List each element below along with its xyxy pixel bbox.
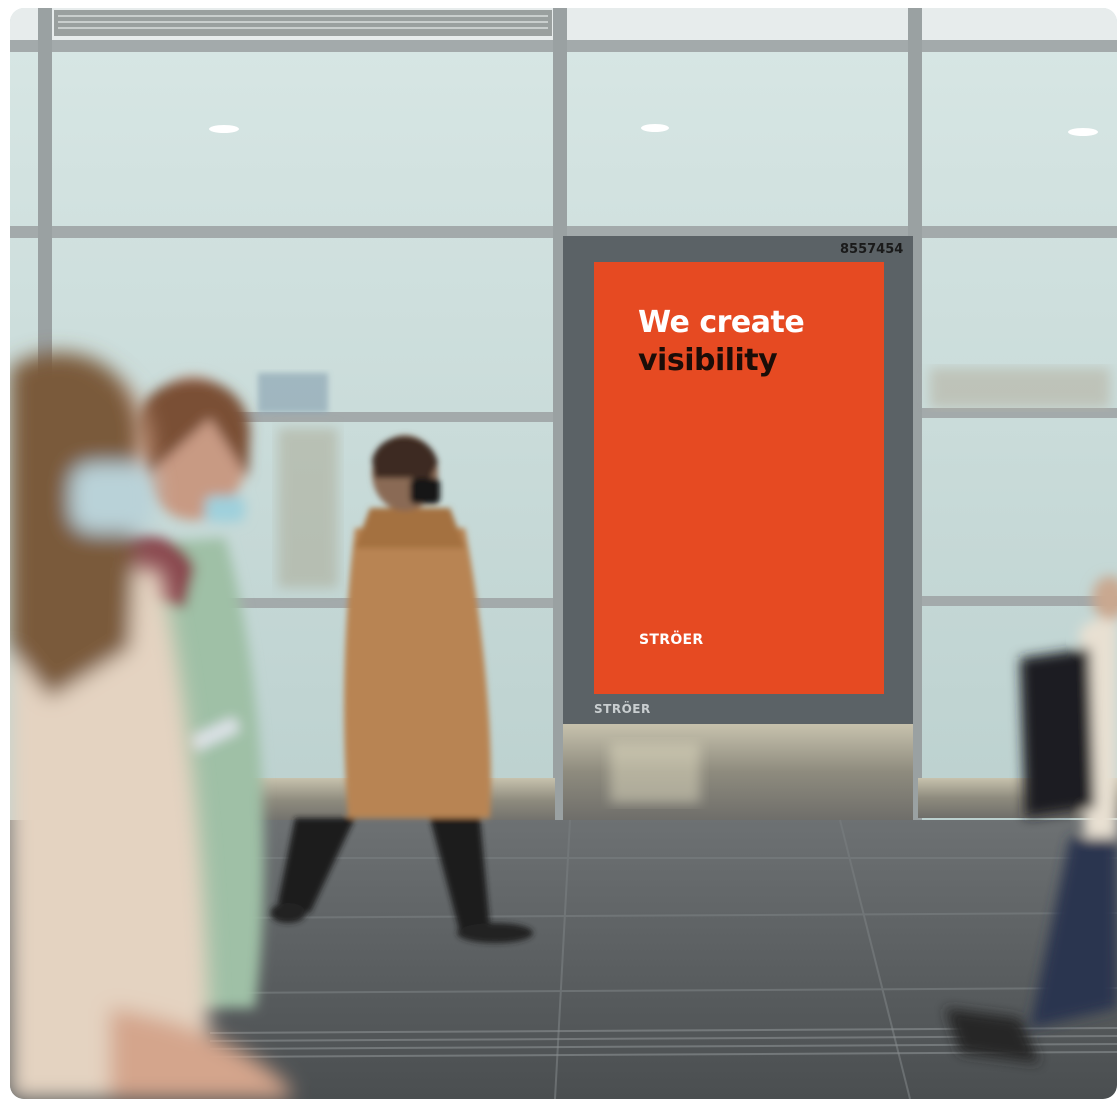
poster-brand-logo: STRÖER (639, 632, 704, 648)
frame-brand-logo: STRÖER (594, 702, 651, 716)
reflection (278, 428, 338, 588)
ceiling-light (641, 124, 669, 132)
ceiling-light (1068, 128, 1098, 136)
headline-line-1: We create (638, 305, 805, 340)
plinth-reflection (610, 743, 700, 803)
ceiling-light (209, 125, 239, 133)
reflection (258, 373, 328, 413)
headline-line-2: visibility (638, 343, 778, 378)
station-scene (10, 8, 1117, 1099)
poster-headline: We create visibility (638, 304, 805, 380)
reflection (930, 368, 1110, 408)
panel-id-label: 8557454 (840, 242, 904, 257)
photo-frame: 8557454 We create visibility STRÖER STRÖ… (10, 8, 1117, 1099)
